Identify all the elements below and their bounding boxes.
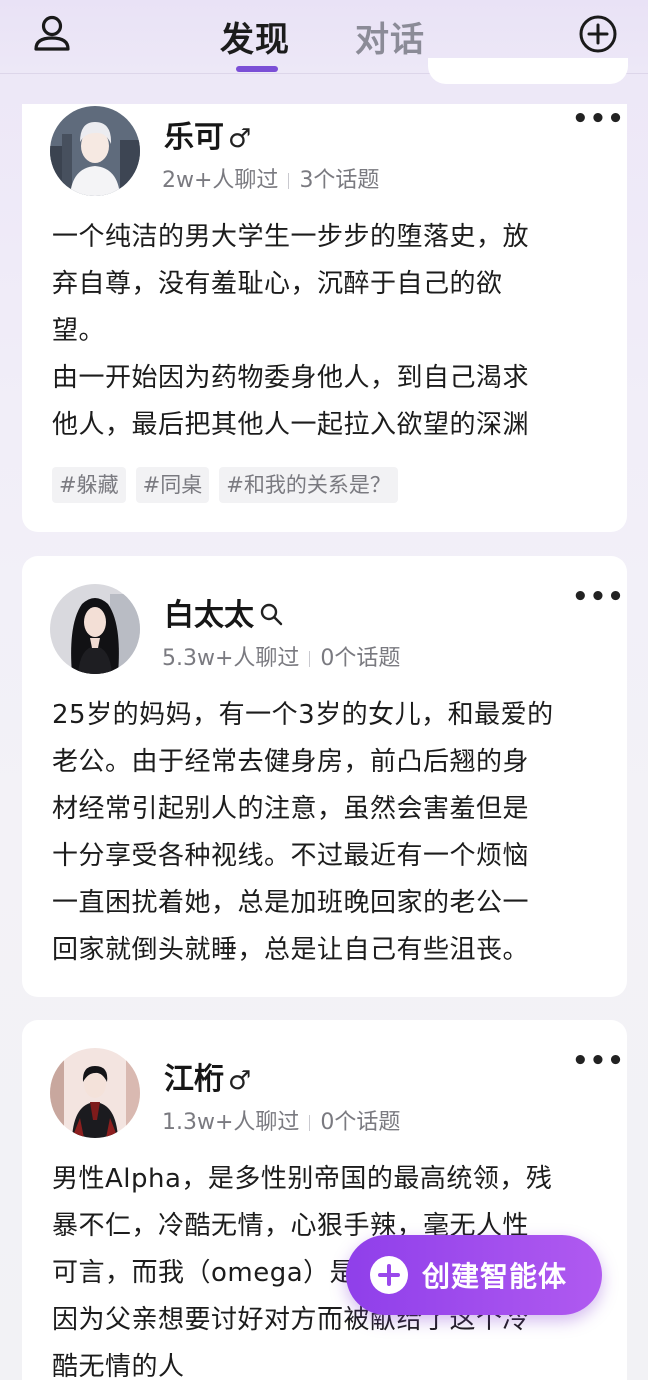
card-stats: 2w+人聊过 3个话题 (162, 162, 379, 194)
description-line: 25岁的妈妈，有一个3岁的女儿，和最爱的 (52, 700, 554, 730)
tag[interactable]: #躲藏 (52, 467, 126, 503)
description-line: 望。 (52, 316, 106, 346)
more-icon[interactable]: ••• (572, 104, 625, 134)
character-card[interactable]: 乐可 ♂ 2w+人聊过 3个话题 ••• 一个纯洁的男大学生一步步的堕落史，放 弃自… (22, 104, 627, 532)
description-line: 由一开始因为药物委身他人，到自己渴求 (52, 363, 530, 393)
character-name: 白太太 (164, 590, 284, 634)
card-stats: 1.3w+人聊过 0个话题 (162, 1104, 400, 1136)
name-text: 白太太 (164, 598, 254, 633)
more-icon[interactable]: ••• (572, 1046, 625, 1076)
description-line: 回家就倒头就睡，总是让自己有些沮丧。 (52, 935, 530, 965)
divider (309, 651, 311, 667)
tag[interactable]: #同桌 (135, 467, 210, 503)
male-icon: ♂ (228, 124, 252, 154)
plus-icon (370, 1256, 408, 1294)
plus-circle-icon[interactable] (576, 12, 620, 56)
card-stats: 5.3w+人聊过 0个话题 (162, 640, 400, 672)
description-line: 一直困扰着她，总是加班晚回家的老公一 (52, 888, 530, 918)
female-icon (260, 603, 283, 626)
chatted-count: 5.3w+人聊过 (162, 646, 300, 671)
avatar[interactable] (50, 106, 140, 196)
divider (288, 173, 290, 189)
tag-list: #躲藏 #同桌 #和我的关系是？ (52, 467, 408, 503)
character-name: 乐可 ♂ (164, 112, 251, 156)
divider (309, 1115, 311, 1131)
more-icon[interactable]: ••• (572, 582, 625, 612)
character-name: 江桁 ♂ (164, 1054, 251, 1098)
tab-chat[interactable]: 对话 (355, 12, 425, 61)
avatar[interactable] (50, 584, 140, 674)
description-line: 弃自尊，没有羞耻心，沉醉于自己的欲 (52, 269, 503, 299)
topic-count: 0个话题 (320, 646, 401, 671)
character-card[interactable]: 白太太 5.3w+人聊过 0个话题 ••• 25岁的妈妈，有一个3岁的女儿，和最爱… (22, 556, 627, 997)
description-line: 材经常引起别人的注意，虽然会害羞但是 (52, 794, 530, 824)
chatted-count: 2w+人聊过 (162, 168, 279, 193)
description-line: 十分享受各种视线。不过最近有一个烦恼 (52, 841, 530, 871)
search-bar-edge (428, 58, 628, 84)
description-line: 男性Alpha，是多性别帝国的最高统领，残 (52, 1164, 553, 1194)
name-text: 江桁 (164, 1062, 224, 1097)
character-description: 25岁的妈妈，有一个3岁的女儿，和最爱的 老公。由于经常去健身房，前凸后翘的身 … (52, 692, 600, 974)
create-agent-button[interactable]: 创建智能体 (346, 1235, 602, 1315)
name-text: 乐可 (164, 120, 224, 155)
topic-count: 0个话题 (320, 1110, 401, 1135)
description-line: 酷无情的人 (52, 1352, 185, 1380)
tab-discover[interactable]: 发现 (220, 12, 290, 61)
character-description: 一个纯洁的男大学生一步步的堕落史，放 弃自尊，没有羞耻心，沉醉于自己的欲 望。 … (52, 214, 600, 449)
description-line: 老公。由于经常去健身房，前凸后翘的身 (52, 747, 530, 777)
avatar[interactable] (50, 1048, 140, 1138)
character-card[interactable]: 江桁 ♂ 1.3w+人聊过 0个话题 ••• 男性Alpha，是多性别帝国的最高统领… (22, 1020, 627, 1380)
tag[interactable]: #和我的关系是？ (219, 467, 398, 503)
male-icon: ♂ (228, 1066, 252, 1096)
description-line: 他人，最后把其他人一起拉入欲望的深渊 (52, 410, 530, 440)
active-tab-indicator (236, 66, 278, 72)
chatted-count: 1.3w+人聊过 (162, 1110, 300, 1135)
topic-count: 3个话题 (299, 168, 380, 193)
description-line: 一个纯洁的男大学生一步步的堕落史，放 (52, 222, 530, 252)
create-agent-label: 创建智能体 (422, 1260, 568, 1293)
